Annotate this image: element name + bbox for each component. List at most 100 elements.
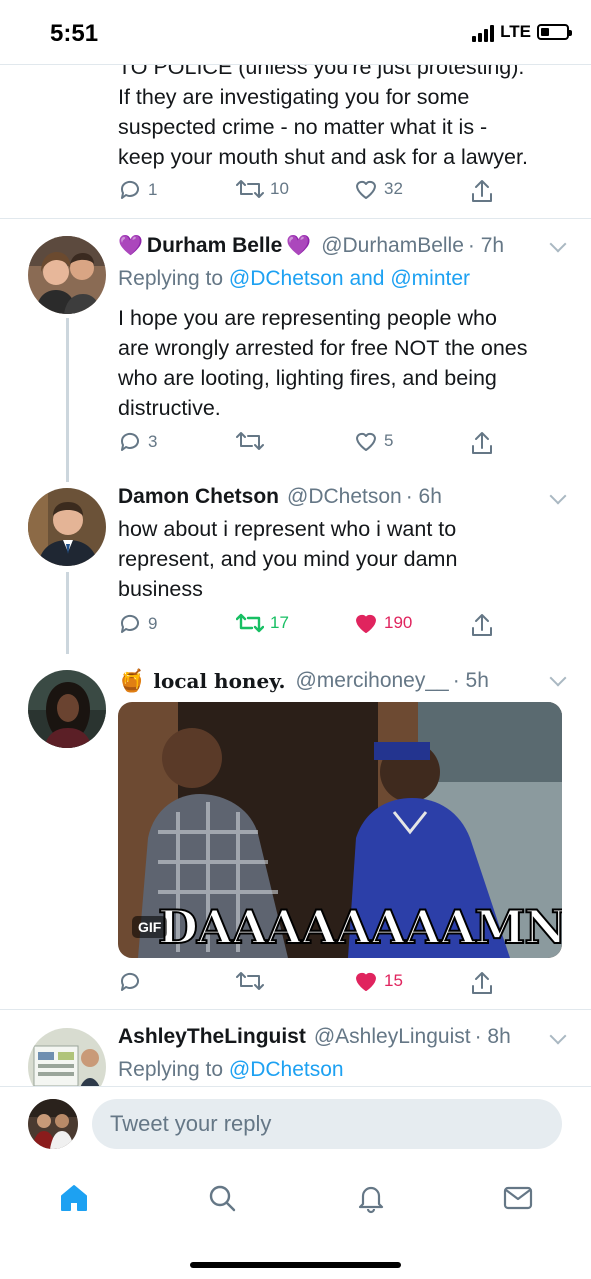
retweet-count: 17: [270, 613, 289, 632]
share-icon: [472, 180, 492, 202]
tweet-time: · 5h: [452, 669, 489, 692]
tweet-text: If they are investigating you for some s…: [118, 82, 528, 172]
tweet-text-line: If they are investigating you for some: [118, 85, 470, 109]
reply-icon: [120, 972, 139, 991]
tweet-actions: 15: [118, 970, 498, 1000]
tweet-text-line: keep your mouth shut and ask for a lawye…: [118, 145, 528, 169]
tweet-time: · 7h: [467, 233, 505, 257]
like-button[interactable]: 32: [354, 178, 403, 200]
gif-media[interactable]: DAAAAAAAAMN GIF: [118, 702, 562, 958]
tweet-actions: 9 17 190: [118, 612, 498, 642]
chevron-down-icon[interactable]: [549, 669, 567, 687]
share-button[interactable]: [470, 970, 494, 996]
replying-to-label: Replying to: [118, 1058, 224, 1081]
purple-heart-emoji: 💜: [118, 235, 143, 257]
tweet-actions: 1 10 32: [118, 178, 498, 208]
notifications-icon[interactable]: [355, 1182, 387, 1214]
retweet-count: 10: [270, 179, 289, 198]
messages-icon[interactable]: [502, 1182, 534, 1214]
author-handle[interactable]: @DChetson: [287, 485, 402, 509]
replying-to: Replying to @DChetson and @minter: [118, 267, 470, 291]
mention-link[interactable]: @minter: [390, 267, 470, 290]
reply-bar: Tweet your reply: [0, 1086, 591, 1164]
reply-icon: [120, 180, 139, 199]
avatar[interactable]: [28, 236, 106, 314]
avatar-photo: [28, 488, 106, 566]
thread-line: [66, 572, 69, 654]
home-icon[interactable]: [58, 1182, 90, 1214]
author-handle[interactable]: @DurhamBelle: [321, 234, 464, 258]
mention-separator: and: [349, 267, 385, 290]
avatar-photo: [28, 1099, 78, 1149]
tweet-actions: 3 5: [118, 430, 498, 460]
retweet-button[interactable]: [236, 970, 270, 992]
mention-link[interactable]: @DChetson: [229, 267, 344, 290]
tweet-header: 💜 Durham Belle 💜 @DurhamBelle · 7h: [118, 233, 504, 258]
tweet-text-line: I hope you are representing people who: [118, 306, 497, 330]
divider: [0, 1009, 591, 1010]
like-button[interactable]: 5: [354, 430, 393, 452]
tweet-header: AshleyTheLinguist @AshleyLinguist · 8h: [118, 1025, 511, 1049]
tweet-header: 🍯 local honey. @mercihoney__ · 5h: [118, 668, 489, 694]
avatar[interactable]: [28, 670, 106, 748]
replying-to: Replying to @DChetson: [118, 1058, 344, 1082]
tweet-text-line: distructive.: [118, 396, 221, 420]
retweet-button[interactable]: 10: [236, 178, 289, 200]
share-button[interactable]: [470, 430, 494, 456]
reply-icon: [120, 432, 139, 451]
reply-button[interactable]: 1: [118, 178, 157, 202]
signal-icon: [472, 22, 495, 42]
author-name[interactable]: Damon Chetson: [118, 485, 279, 509]
chevron-down-icon[interactable]: [549, 1027, 567, 1045]
chevron-down-icon[interactable]: [549, 487, 567, 505]
heart-filled-icon: [356, 614, 376, 633]
author-name[interactable]: Durham Belle: [147, 234, 282, 258]
share-button[interactable]: [470, 612, 494, 638]
reply-count: 1: [148, 180, 158, 199]
network-type: LTE: [500, 22, 531, 41]
share-icon: [472, 614, 492, 636]
gif-caption: DAAAAAAAAMN: [157, 899, 562, 955]
like-count: 15: [384, 971, 403, 990]
retweet-button[interactable]: 17: [236, 612, 289, 634]
home-indicator[interactable]: [190, 1262, 401, 1268]
share-button[interactable]: [470, 178, 494, 204]
chevron-down-icon[interactable]: [549, 235, 567, 253]
tweet-time: · 6h: [405, 485, 442, 508]
battery-level: [541, 28, 550, 36]
tweet-reply-input[interactable]: Tweet your reply: [92, 1099, 562, 1149]
divider: [0, 64, 591, 65]
like-count: 5: [384, 431, 394, 450]
honey-pot-emoji: 🍯: [118, 668, 146, 693]
author-handle[interactable]: @AshleyLinguist: [314, 1025, 471, 1049]
purple-heart-emoji: 💜: [286, 235, 312, 257]
author-handle[interactable]: @mercihoney__: [295, 669, 448, 693]
reply-count: 9: [148, 614, 158, 633]
tweet-text-line: how about i represent who i want to: [118, 517, 457, 541]
retweet-icon: [236, 613, 264, 633]
retweet-icon: [236, 180, 264, 198]
reply-button[interactable]: [118, 970, 148, 994]
avatar-photo: [28, 670, 106, 748]
author-name[interactable]: local honey.: [153, 669, 285, 693]
retweet-button[interactable]: [236, 430, 270, 452]
heart-outline-icon: [356, 180, 376, 199]
heart-outline-icon: [356, 432, 376, 451]
like-count: 190: [384, 613, 413, 632]
like-button[interactable]: 15: [354, 970, 403, 992]
reply-icon: [120, 614, 139, 633]
current-user-avatar[interactable]: [28, 1099, 78, 1149]
tweet-time: · 8h: [474, 1025, 511, 1048]
search-icon[interactable]: [206, 1182, 238, 1214]
mention-link[interactable]: @DChetson: [229, 1058, 344, 1081]
retweet-icon: [236, 432, 264, 450]
tweet-text-line: business: [118, 577, 203, 601]
like-button[interactable]: 190: [354, 612, 412, 634]
tweet-text-line: who are looting, lighting fires, and bei…: [118, 366, 497, 390]
status-bar: 5:51 LTE: [0, 0, 591, 64]
avatar[interactable]: [28, 488, 106, 566]
reply-button[interactable]: 3: [118, 430, 157, 454]
thread-line: [66, 318, 69, 482]
reply-button[interactable]: 9: [118, 612, 157, 636]
author-name[interactable]: AshleyTheLinguist: [118, 1025, 306, 1049]
